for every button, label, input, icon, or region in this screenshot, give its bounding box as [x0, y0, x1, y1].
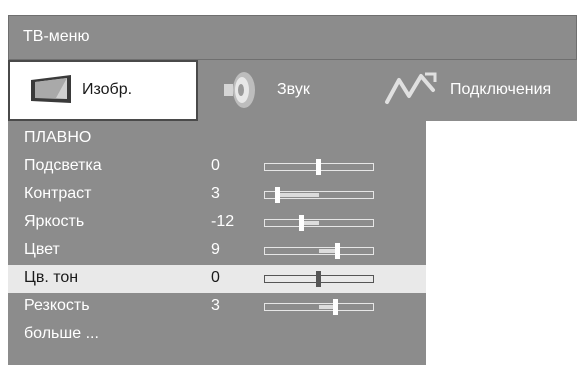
tab-sound[interactable]: Звук	[198, 60, 360, 121]
window-title: ТВ-меню	[23, 28, 90, 45]
row-value: 0	[211, 269, 220, 286]
row-label: Яркость	[24, 213, 85, 230]
row-label: Подсветка	[24, 157, 102, 174]
row-value: 9	[211, 241, 220, 258]
tab-picture[interactable]: Изобр.	[8, 60, 198, 121]
backlight-slider[interactable]	[264, 159, 374, 175]
sharpness-slider[interactable]	[264, 299, 374, 315]
slider-thumb[interactable]	[333, 299, 338, 315]
list-item-backlight[interactable]: Подсветка 0	[8, 153, 426, 181]
row-value: 3	[211, 297, 220, 314]
tint-slider[interactable]	[264, 271, 374, 287]
list-item-color[interactable]: Цвет 9	[8, 237, 426, 265]
slider-fill	[302, 221, 319, 225]
contrast-slider[interactable]	[264, 187, 374, 203]
list-item-mode[interactable]: ПЛАВНО	[8, 125, 426, 153]
row-label: ПЛАВНО	[24, 129, 92, 146]
slider-thumb[interactable]	[316, 159, 321, 175]
tv-screen-icon	[31, 75, 71, 103]
row-label: Контраст	[24, 185, 92, 202]
brightness-slider[interactable]	[264, 215, 374, 231]
slider-thumb[interactable]	[335, 243, 340, 259]
list-item-more[interactable]: больше ...	[8, 321, 426, 349]
settings-list: ПЛАВНО Подсветка 0 Контраст 3 Яркость -1…	[8, 121, 426, 365]
slider-thumb[interactable]	[316, 271, 321, 287]
list-item-tint[interactable]: Цв. тон 0	[8, 265, 426, 293]
slider-thumb[interactable]	[275, 187, 280, 203]
slider-fill	[278, 193, 319, 197]
title-bar: ТВ-меню	[8, 15, 577, 60]
color-slider[interactable]	[264, 243, 374, 259]
row-label: больше ...	[24, 325, 99, 342]
connection-plug-icon	[385, 72, 437, 104]
row-value: 3	[211, 185, 220, 202]
row-label: Цвет	[24, 241, 60, 258]
row-value: -12	[211, 213, 235, 230]
row-label: Цв. тон	[24, 269, 79, 286]
list-item-sharpness[interactable]: Резкость 3	[8, 293, 426, 321]
speaker-icon	[224, 72, 255, 108]
row-label: Резкость	[24, 297, 90, 314]
tv-menu-window: ТВ-меню Изобр. Звук Подключения ПЛАВНО П…	[8, 15, 577, 365]
tab-bar: Изобр. Звук Подключения	[8, 60, 577, 121]
tab-sound-label: Звук	[277, 81, 310, 98]
tab-connections-label: Подключения	[450, 81, 552, 98]
slider-thumb[interactable]	[299, 215, 304, 231]
list-item-brightness[interactable]: Яркость -12	[8, 209, 426, 237]
tab-picture-label: Изобр.	[82, 81, 133, 98]
list-item-contrast[interactable]: Контраст 3	[8, 181, 426, 209]
row-value: 0	[211, 157, 220, 174]
tab-connections[interactable]: Подключения	[360, 60, 577, 121]
